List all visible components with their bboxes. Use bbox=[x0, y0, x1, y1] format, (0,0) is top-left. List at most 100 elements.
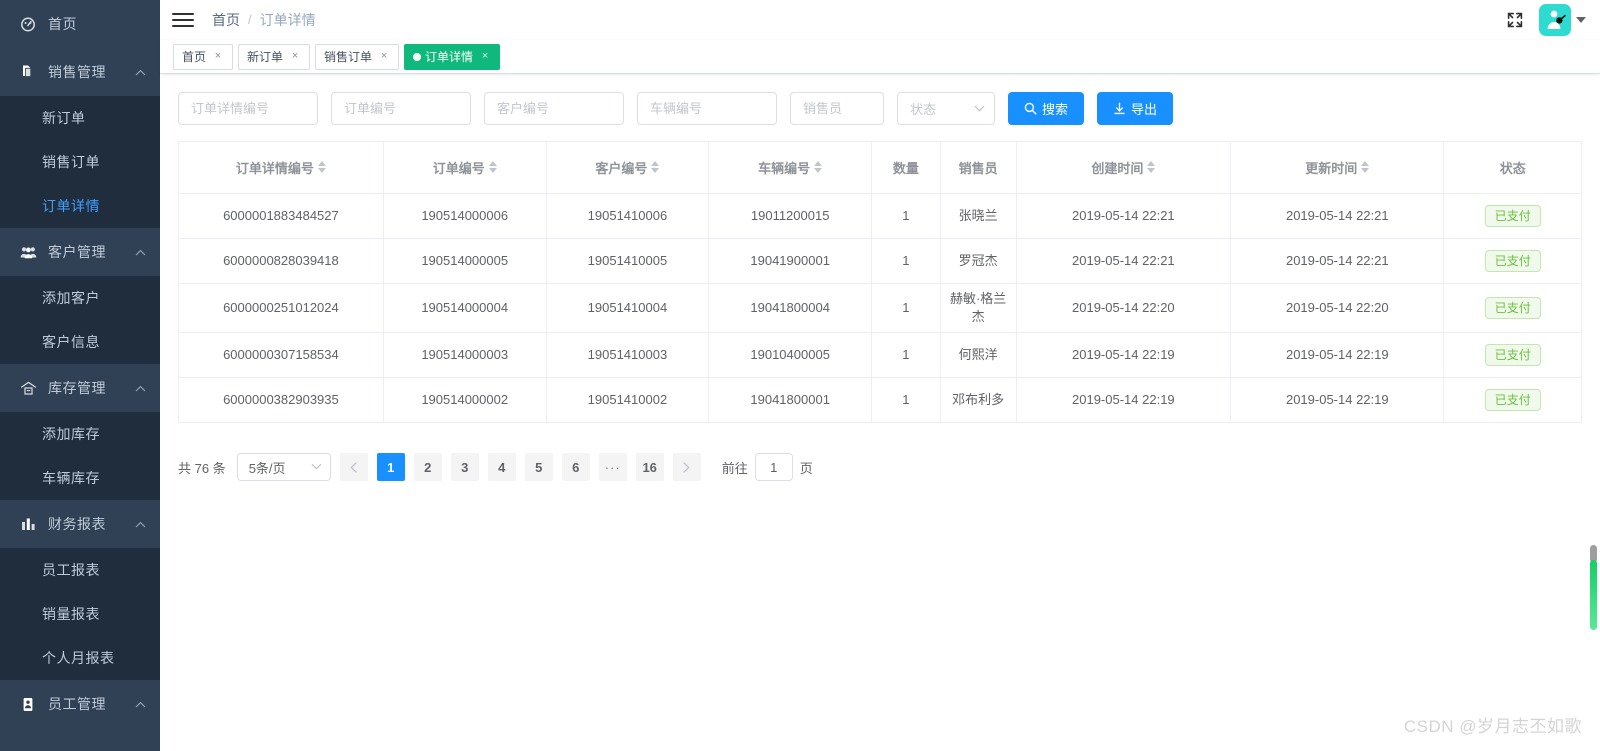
sidebar-group-finance[interactable]: 财务报表 bbox=[0, 500, 160, 548]
sort-icon[interactable] bbox=[317, 160, 326, 173]
sidebar-item-order-detail[interactable]: 订单详情 bbox=[0, 184, 160, 228]
sidebar-item-home-label: 首页 bbox=[48, 16, 77, 32]
fullscreen-icon[interactable] bbox=[1505, 10, 1525, 30]
sidebar-item-add-customer[interactable]: 添加客户 bbox=[0, 276, 160, 320]
pagination-page-6[interactable]: 6 bbox=[561, 453, 590, 482]
sidebar-item-home[interactable]: 首页 bbox=[0, 0, 160, 48]
column-header-created-at[interactable]: 创建时间 bbox=[1016, 141, 1232, 194]
salesman-input[interactable] bbox=[790, 92, 884, 125]
column-header-vehicle-no[interactable]: 车辆编号 bbox=[708, 141, 873, 194]
sidebar-item-customer-info[interactable]: 客户信息 bbox=[0, 320, 160, 364]
pagination-page-5[interactable]: 5 bbox=[524, 453, 553, 482]
column-header-customer-no[interactable]: 客户编号 bbox=[546, 141, 710, 194]
column-header-salesman: 销售员 bbox=[940, 141, 1017, 194]
tag-item-sales-order[interactable]: 销售订单 × bbox=[315, 43, 400, 70]
customer-no-input[interactable] bbox=[484, 92, 624, 125]
sort-icon[interactable] bbox=[488, 160, 497, 173]
tag-item-order-detail[interactable]: 订单详情 × bbox=[404, 43, 501, 70]
pagination-page-2[interactable]: 2 bbox=[413, 453, 442, 482]
hamburger-icon[interactable] bbox=[172, 0, 194, 40]
export-button-label: 导出 bbox=[1131, 102, 1158, 117]
cell-vehicle-no: 19010400005 bbox=[708, 332, 873, 379]
sidebar-group-sales[interactable]: 销售管理 bbox=[0, 48, 160, 96]
sidebar-item-add-inventory[interactable]: 添加库存 bbox=[0, 412, 160, 456]
export-button[interactable]: 导出 bbox=[1097, 92, 1174, 125]
pagination-prev-button[interactable] bbox=[339, 453, 368, 482]
sidebar-item-vehicle-inventory[interactable]: 车辆库存 bbox=[0, 456, 160, 500]
sidebar-submenu-customer: 添加客户 客户信息 bbox=[0, 276, 160, 364]
sidebar-item-customer-info-label: 客户信息 bbox=[42, 334, 100, 350]
table-row[interactable]: 6000001883484527 190514000006 1905141000… bbox=[178, 193, 1582, 239]
sidebar-item-staff-report[interactable]: 员工报表 bbox=[0, 548, 160, 592]
avatar[interactable] bbox=[1539, 3, 1586, 36]
sort-icon[interactable] bbox=[1147, 160, 1156, 173]
app-root: 首页 销售管理 新订单 销售订单 订单详情 客户管理 添加客户 客户信息 库存管… bbox=[0, 0, 1600, 751]
search-button[interactable]: 搜索 bbox=[1008, 92, 1085, 125]
sidebar-item-new-order[interactable]: 新订单 bbox=[0, 96, 160, 140]
close-icon[interactable]: × bbox=[212, 51, 224, 62]
cell-updated-at: 2019-05-14 22:19 bbox=[1230, 377, 1445, 424]
column-header-order-detail-no[interactable]: 订单详情编号 bbox=[178, 141, 384, 194]
close-icon[interactable]: × bbox=[378, 51, 390, 62]
sort-icon[interactable] bbox=[651, 160, 660, 173]
sidebar-item-vehicle-inventory-label: 车辆库存 bbox=[42, 470, 100, 486]
order-detail-no-input[interactable] bbox=[178, 92, 318, 125]
pagination-next-button[interactable] bbox=[672, 453, 701, 482]
pagination-jump-input[interactable] bbox=[754, 453, 793, 482]
sidebar-group-customer[interactable]: 客户管理 bbox=[0, 228, 160, 276]
breadcrumb-home[interactable]: 首页 bbox=[212, 0, 240, 40]
cell-order-detail-no: 6000001883484527 bbox=[178, 193, 384, 239]
chevron-down-icon bbox=[311, 461, 322, 473]
tag-item-home[interactable]: 首页 × bbox=[173, 43, 234, 70]
table-row[interactable]: 6000000307158534 190514000003 1905141000… bbox=[178, 332, 1582, 379]
cell-order-no: 190514000005 bbox=[383, 238, 547, 284]
table-row[interactable]: 6000000251012024 190514000004 1905141000… bbox=[178, 283, 1582, 334]
column-header-status: 状态 bbox=[1443, 141, 1582, 194]
cell-quantity: 1 bbox=[871, 283, 941, 334]
order-detail-table: 订单详情编号 订单编号 客户编号 车辆编号 数量 销售员 创建时间 更新时间 状… bbox=[178, 141, 1582, 424]
column-header-quantity-label: 数量 bbox=[892, 161, 919, 176]
pagination-page-last[interactable]: 16 bbox=[635, 453, 664, 482]
sidebar-item-sales-order-label: 销售订单 bbox=[42, 154, 100, 170]
close-icon[interactable]: × bbox=[479, 51, 491, 62]
pagination-ellipsis[interactable]: ··· bbox=[598, 453, 627, 482]
tag-item-order-detail-label: 订单详情 bbox=[425, 50, 474, 64]
pagination-page-1[interactable]: 1 bbox=[376, 453, 405, 482]
sidebar-item-add-inventory-label: 添加库存 bbox=[42, 426, 100, 442]
order-no-input[interactable] bbox=[331, 92, 471, 125]
scrollbar-thumb[interactable] bbox=[1590, 560, 1597, 630]
sort-icon[interactable] bbox=[1361, 160, 1370, 173]
navbar: 首页 / 订单详情 bbox=[160, 0, 1600, 40]
sidebar-item-monthly-report[interactable]: 个人月报表 bbox=[0, 636, 160, 680]
column-header-order-no[interactable]: 订单编号 bbox=[383, 141, 547, 194]
table-row[interactable]: 6000000382903935 190514000002 1905141000… bbox=[178, 377, 1582, 424]
close-icon[interactable]: × bbox=[289, 51, 301, 62]
cell-created-at: 2019-05-14 22:19 bbox=[1016, 377, 1232, 424]
pagination-page-4[interactable]: 4 bbox=[487, 453, 516, 482]
sidebar-item-sales-report[interactable]: 销量报表 bbox=[0, 592, 160, 636]
cell-quantity: 1 bbox=[871, 193, 941, 239]
column-header-created-at-label: 创建时间 bbox=[1091, 161, 1144, 176]
cell-order-no: 190514000004 bbox=[383, 283, 547, 334]
page-size-select[interactable]: 5条/页 bbox=[236, 453, 331, 482]
status-badge: 已支付 bbox=[1484, 389, 1541, 412]
tag-item-new-order-label: 新订单 bbox=[247, 50, 284, 64]
column-header-updated-at[interactable]: 更新时间 bbox=[1230, 141, 1445, 194]
sidebar-item-sales-order[interactable]: 销售订单 bbox=[0, 140, 160, 184]
vehicle-no-input[interactable] bbox=[637, 92, 777, 125]
chevron-up-icon bbox=[134, 246, 146, 258]
sidebar-item-staff-report-label: 员工报表 bbox=[42, 562, 100, 578]
page-size-value: 5条/页 bbox=[248, 460, 286, 476]
column-header-order-no-label: 订单编号 bbox=[432, 161, 485, 176]
cell-created-at: 2019-05-14 22:19 bbox=[1016, 332, 1232, 379]
sidebar-item-new-order-label: 新订单 bbox=[42, 110, 86, 126]
sidebar-group-inventory[interactable]: 库存管理 bbox=[0, 364, 160, 412]
sort-icon[interactable] bbox=[814, 160, 823, 173]
id-card-icon bbox=[19, 695, 37, 713]
sidebar-group-staff[interactable]: 员工管理 bbox=[0, 680, 160, 728]
tag-item-new-order[interactable]: 新订单 × bbox=[238, 43, 311, 70]
pagination-page-3[interactable]: 3 bbox=[450, 453, 479, 482]
table-row[interactable]: 6000000828039418 190514000005 1905141000… bbox=[178, 238, 1582, 284]
status-select[interactable]: 状态 bbox=[897, 92, 995, 125]
chevron-down-icon bbox=[974, 103, 985, 115]
